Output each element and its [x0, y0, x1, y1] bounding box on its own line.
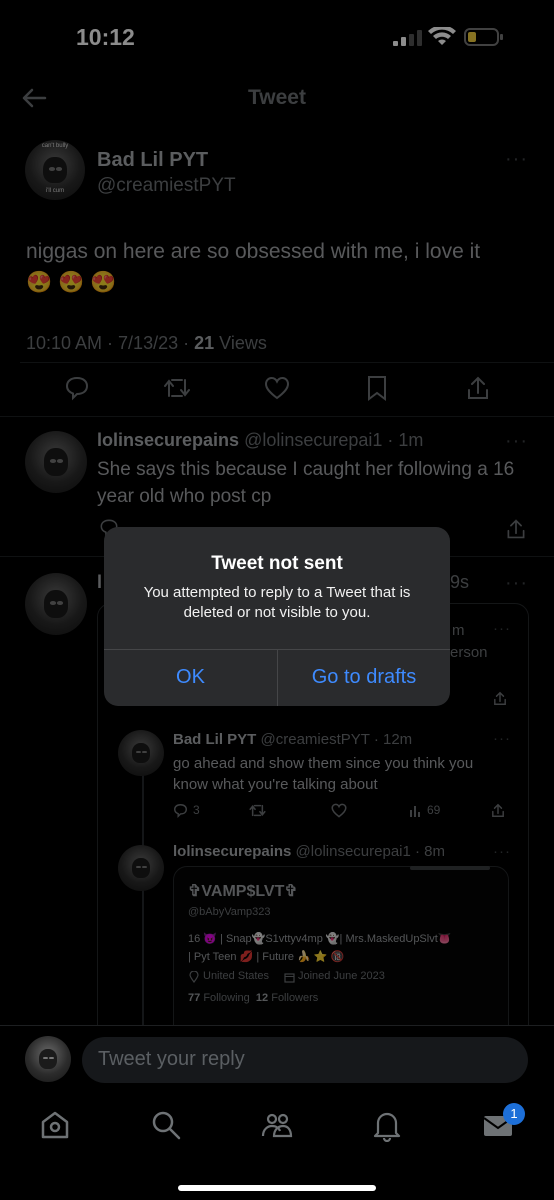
wifi-icon: [428, 25, 456, 47]
reply-placeholder: Tweet your reply: [98, 1048, 245, 1070]
search-icon[interactable]: [149, 1108, 183, 1142]
go-to-drafts-button[interactable]: Go to drafts: [278, 649, 450, 706]
author-handle[interactable]: @creamiestPYT: [97, 175, 236, 197]
following-label: Following: [203, 992, 250, 1004]
card-handle: [410, 866, 490, 870]
more-options-icon[interactable]: ···: [493, 730, 511, 747]
more-options-icon[interactable]: ···: [493, 620, 511, 637]
divider: [20, 362, 554, 363]
nested-author-name[interactable]: Bad Lil PYT: [173, 731, 256, 748]
cellular-signal-icon: [393, 30, 423, 46]
tweet-emojis: 😍 😍 😍: [26, 271, 117, 294]
views-bar-icon[interactable]: [409, 804, 423, 817]
tweet-timestamp: 10:10 AM · 7/13/23 ·: [26, 333, 195, 353]
like-heart-icon[interactable]: [331, 803, 347, 818]
my-avatar[interactable]: [25, 1036, 71, 1082]
tweet-meta: 10:10 AM · 7/13/23 · 21 Views: [26, 333, 267, 354]
avatar[interactable]: [118, 730, 164, 776]
nested-author-handle[interactable]: @lolinsecurepai1 · 8m: [296, 843, 445, 860]
author-name[interactable]: Bad Lil PYT: [97, 149, 208, 172]
views-count: 21: [194, 333, 215, 353]
more-options-icon[interactable]: ···: [505, 430, 528, 453]
avatar[interactable]: [25, 431, 87, 493]
retweet-icon[interactable]: [249, 803, 266, 818]
profile-joined: Joined June 2023: [298, 970, 385, 982]
divider: [0, 1025, 554, 1026]
retweet-icon[interactable]: [163, 376, 191, 400]
more-options-icon[interactable]: ···: [493, 843, 511, 860]
following-count: 77: [188, 992, 201, 1004]
more-options-icon[interactable]: ···: [505, 148, 528, 171]
share-icon[interactable]: [493, 691, 507, 706]
nested-author-name[interactable]: lolinsecurepains: [173, 843, 291, 860]
reply-author-name[interactable]: lolinsecurepains: [97, 430, 239, 450]
reply-author-name[interactable]: l: [97, 572, 102, 593]
followers-label: Followers: [271, 992, 319, 1004]
nested-reply-header: Bad Lil PYT @creamiestPYT · 12m: [173, 731, 412, 748]
location-pin-icon: [189, 970, 199, 984]
followers-count: 12: [255, 992, 269, 1004]
reply-text: She says this because I caught her follo…: [97, 459, 515, 507]
thread-line: [142, 770, 144, 1040]
home-icon[interactable]: [38, 1108, 72, 1142]
notifications-bell-icon[interactable]: [370, 1108, 404, 1143]
battery-low-icon: [464, 27, 504, 47]
like-heart-icon[interactable]: [264, 376, 290, 400]
profile-location: United States: [203, 970, 270, 982]
nested-reply-header: lolinsecurepains @lolinsecurepai1 · 8m: [173, 843, 445, 860]
share-icon[interactable]: [491, 803, 505, 818]
bookmark-icon[interactable]: [366, 375, 388, 401]
views-label: Views: [214, 333, 267, 353]
nested-reply-text: go ahead and show them since you think y…: [173, 755, 474, 793]
avatar[interactable]: can't bully i'll cum: [25, 140, 85, 200]
nested-author-handle[interactable]: @creamiestPYT · 12m: [261, 731, 413, 748]
share-icon[interactable]: [505, 518, 527, 540]
messages-badge: 1: [503, 1103, 525, 1125]
divider: [0, 416, 554, 417]
profile-bio-line1: 16 😈 | Snap👻S1vttyv4mp 👻| Mrs.MaskedUpSl…: [188, 933, 452, 945]
alert-message: You attempted to reply to a Tweet that i…: [143, 584, 411, 621]
profile-follow-stats: 77 Following 12 Followers: [188, 992, 318, 1004]
share-icon[interactable]: [466, 375, 490, 401]
avatar-caption-bottom: i'll cum: [45, 188, 65, 194]
communities-icon[interactable]: [260, 1108, 294, 1142]
calendar-icon: [284, 970, 295, 983]
avatar-caption-top: can't bully: [41, 143, 69, 149]
reply-time: 9s: [450, 572, 470, 592]
profile-handle: @bAbyVamp323: [188, 906, 271, 918]
ok-button[interactable]: OK: [104, 649, 277, 706]
tweet-text: niggas on here are so obsessed with me, …: [26, 240, 481, 263]
alert-title: Tweet not sent: [211, 553, 343, 574]
status-time: 10:12: [76, 24, 135, 50]
profile-bio-line2: | Pyt Teen 💋 | Future 🍌 ⭐ 🔞: [188, 951, 345, 963]
views-count: 69: [427, 803, 441, 817]
tweet-not-sent-alert: Tweet not sent You attempted to reply to…: [104, 527, 450, 706]
reply-icon[interactable]: [173, 803, 188, 819]
avatar[interactable]: [25, 573, 87, 635]
reply-icon[interactable]: [64, 375, 90, 401]
quoted-partial-text: m: [452, 622, 465, 639]
reply-author-handle[interactable]: @lolinsecurepai1 · 1m: [244, 430, 423, 450]
reply-header: lolinsecurepains @lolinsecurepai1 · 1m: [97, 430, 423, 451]
quoted-partial-text: erson: [450, 644, 488, 661]
reply-count: 3: [193, 803, 200, 817]
profile-name: ✞VAMP$LVT✞: [188, 883, 298, 900]
page-title: Tweet: [248, 86, 306, 109]
home-indicator[interactable]: [178, 1185, 376, 1191]
avatar[interactable]: [118, 845, 164, 891]
more-options-icon[interactable]: ···: [505, 572, 528, 595]
